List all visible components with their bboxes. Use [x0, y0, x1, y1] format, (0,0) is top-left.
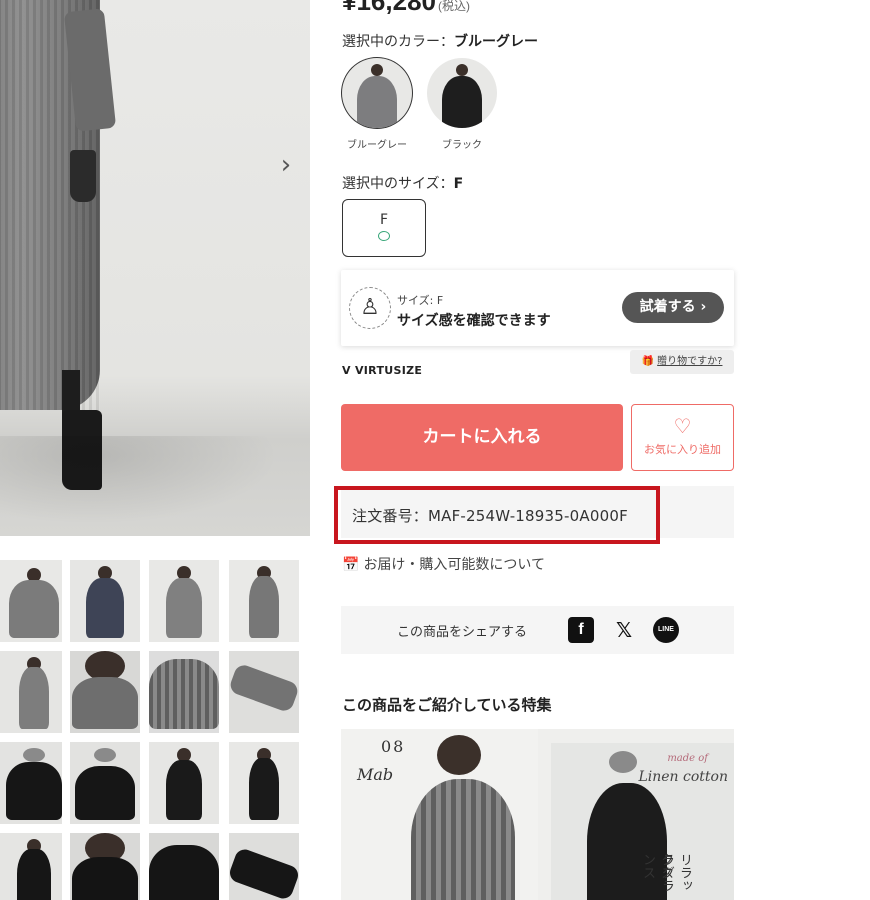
selected-size-label: 選択中のサイズ：F — [342, 173, 463, 193]
thumbnail[interactable] — [0, 651, 62, 733]
thumbnail[interactable] — [149, 742, 219, 824]
person-icon: ♙ — [349, 287, 391, 329]
feature-number: 08 — [381, 737, 406, 756]
thumbnail[interactable] — [229, 560, 299, 642]
swatch-head — [371, 64, 383, 76]
feature-linen-cotton: Linen cotton — [638, 769, 728, 785]
color-option-bluegray-label: ブルーグレー — [347, 140, 407, 151]
thumbnail[interactable] — [149, 833, 219, 900]
highlight-box — [334, 486, 660, 544]
color-label-text: 選択中のカラー： — [342, 34, 454, 50]
thumb-figure — [229, 846, 299, 900]
add-favorite-button[interactable]: ♡ お気に入り追加 — [631, 404, 734, 471]
next-image-icon[interactable]: › — [274, 150, 298, 180]
share-bar: この商品をシェアする f 𝕏 LINE — [341, 606, 734, 654]
thumb-figure — [86, 578, 124, 638]
thumbnail[interactable] — [70, 742, 140, 824]
banner-model-beret — [609, 751, 637, 773]
thumbnail[interactable] — [0, 833, 62, 900]
feature-vertical-text: ラグランス — [640, 853, 674, 892]
tax-note: (税込) — [437, 0, 470, 13]
thumbnail[interactable] — [0, 560, 62, 642]
line-icon[interactable]: LINE — [653, 617, 679, 643]
thumbnail[interactable] — [229, 742, 299, 824]
feature-section-title: この商品をご紹介している特集 — [342, 696, 552, 714]
size-option-f[interactable]: F — [342, 199, 426, 257]
gift-icon: 🎁 — [641, 356, 654, 367]
thumb-head — [94, 748, 116, 762]
selected-color-label: 選択中のカラー：ブルーグレー — [342, 31, 538, 51]
size-selected-value: F — [453, 176, 464, 192]
feature-banner-right: made of Linen cotton リラックス ラグランス — [551, 743, 734, 900]
thumb-figure — [72, 677, 138, 729]
swatch-figure — [357, 76, 397, 128]
color-selected-value: ブルーグレー — [454, 34, 538, 50]
thumbnail[interactable] — [229, 651, 299, 733]
swatch-head — [456, 64, 468, 76]
thumb-figure — [149, 659, 219, 729]
thumbnail[interactable] — [70, 560, 140, 642]
price-amount: ¥16,280 — [342, 0, 436, 16]
thumb-head — [23, 748, 45, 762]
thumb-figure — [229, 662, 299, 714]
thumb-figure — [75, 766, 135, 820]
facebook-icon[interactable]: f — [568, 617, 594, 643]
thumb-figure — [166, 760, 202, 820]
stock-available-icon — [378, 231, 390, 241]
feature-banner-left: 08 Mab — [341, 729, 538, 900]
thumb-figure — [149, 845, 219, 900]
virtusize-logo-text: VIRTUSIZE — [354, 364, 423, 377]
thumb-figure — [17, 849, 51, 900]
x-icon[interactable]: 𝕏 — [611, 617, 637, 643]
share-label: この商品をシェアする — [397, 625, 528, 640]
virtusize-logo: V VIRTUSIZE — [342, 364, 422, 377]
gift-link-text: 贈り物ですか? — [657, 356, 723, 367]
size-option-label: F — [379, 212, 389, 228]
heart-icon: ♡ — [673, 414, 692, 438]
feature-made-of: made of — [667, 753, 708, 764]
model-bag — [70, 150, 96, 202]
feature-banner[interactable]: 08 Mab made of Linen cotton リラックス ラグランス — [341, 729, 734, 900]
banner-model-figure — [411, 779, 515, 900]
virtusize-v-icon: V — [342, 364, 351, 377]
thumbnail[interactable] — [229, 833, 299, 900]
product-price: ¥16,280 (税込) — [342, 0, 470, 17]
delivery-link-text: お届け・購入可能数について — [363, 557, 546, 573]
thumbnail[interactable] — [149, 651, 219, 733]
color-option-bluegray[interactable] — [342, 58, 412, 128]
color-option-black-label: ブラック — [442, 140, 482, 151]
virtusize-message: サイズ感を確認できます — [397, 313, 551, 329]
thumbnail[interactable] — [0, 742, 62, 824]
thumb-figure — [72, 857, 138, 900]
virtusize-widget: ♙ サイズ: F サイズ感を確認できます 試着する › — [341, 270, 734, 346]
thumb-figure — [9, 580, 59, 638]
main-product-image[interactable] — [0, 0, 310, 536]
delivery-info-link[interactable]: 📅 お届け・購入可能数について — [342, 554, 545, 574]
thumbnail[interactable] — [149, 560, 219, 642]
favorite-label: お気に入り追加 — [644, 443, 721, 456]
calendar-icon: 📅 — [342, 557, 360, 573]
floor-shadow — [0, 436, 310, 536]
swatch-figure — [442, 76, 482, 128]
size-label-text: 選択中のサイズ： — [342, 176, 454, 192]
thumb-figure — [6, 762, 62, 820]
add-to-cart-button[interactable]: カートに入れる — [341, 404, 623, 471]
thumbnail[interactable] — [70, 833, 140, 900]
feature-mab-logo: Mab — [357, 765, 394, 784]
thumb-figure — [19, 667, 49, 729]
thumbnail[interactable] — [70, 651, 140, 733]
banner-model-head — [437, 735, 481, 775]
thumb-figure — [249, 576, 279, 638]
try-on-button[interactable]: 試着する › — [622, 292, 724, 323]
color-option-black[interactable] — [427, 58, 497, 128]
virtusize-size-text: サイズ: F — [397, 294, 444, 307]
thumb-figure — [166, 578, 202, 638]
gift-link[interactable]: 🎁 贈り物ですか? — [630, 350, 734, 374]
thumb-figure — [249, 758, 279, 820]
